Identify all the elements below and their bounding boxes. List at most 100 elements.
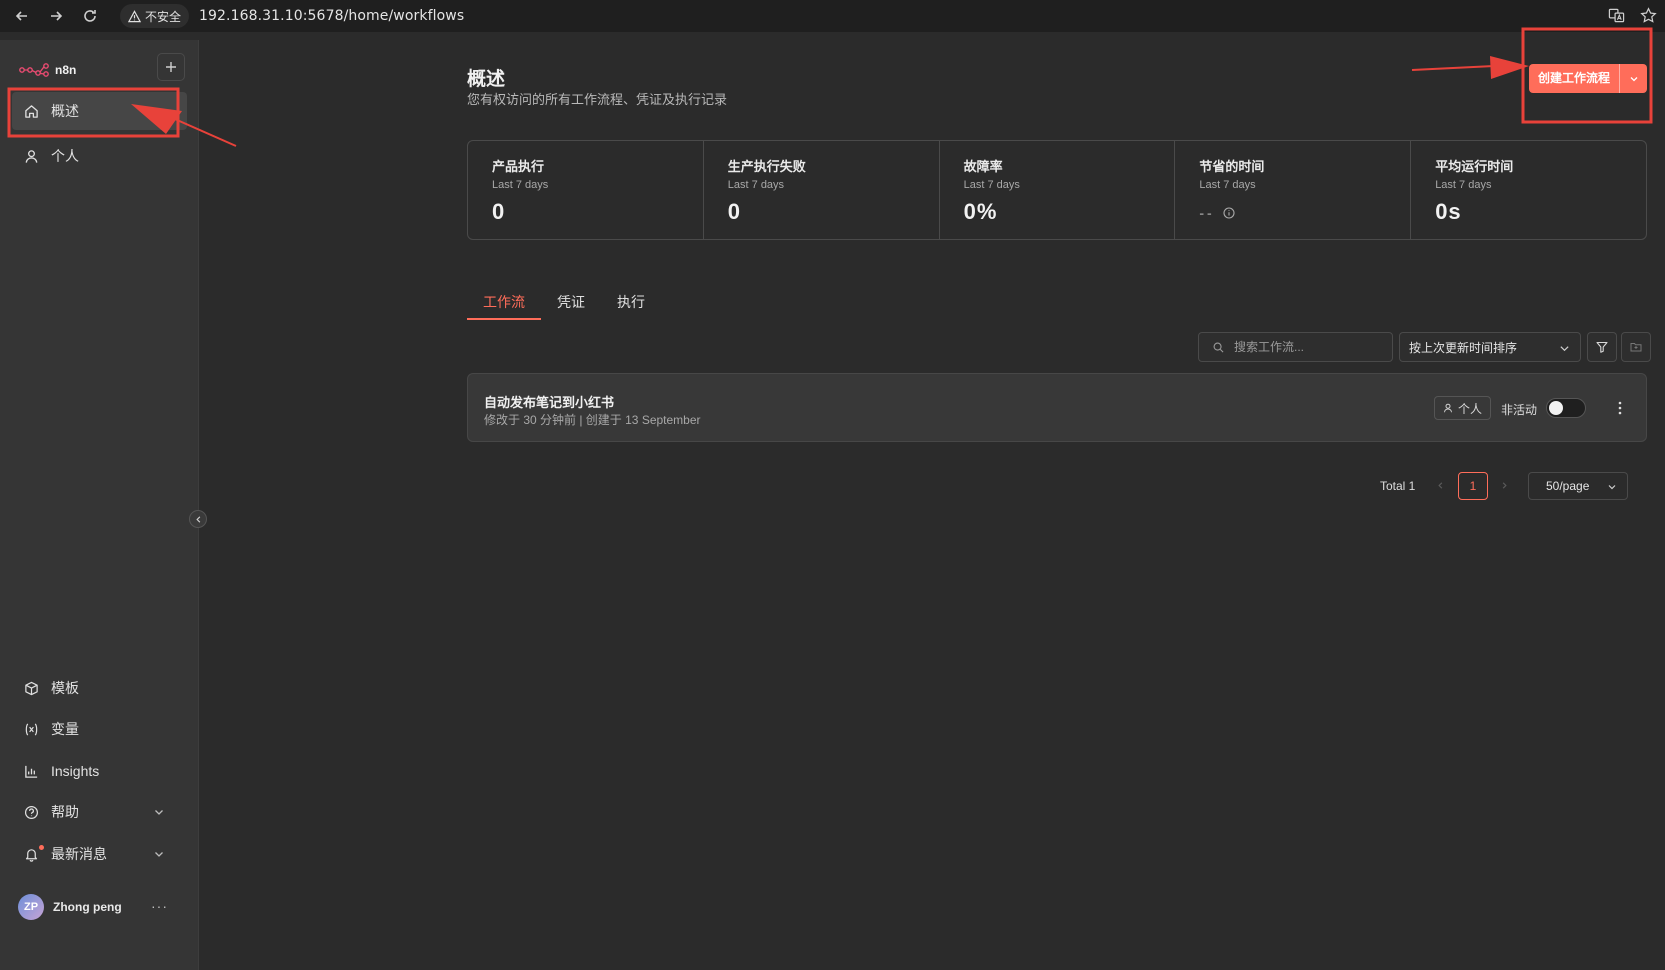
workflow-active-toggle[interactable] [1546,398,1586,418]
search-icon [1213,342,1224,352]
sidebar-item-overview[interactable]: 概述 [12,92,187,130]
tab-credentials[interactable]: 凭证 [541,292,601,320]
create-options-button[interactable] [1620,74,1647,84]
stat-title: 产品执行 [492,159,545,174]
chevron-down-icon [1630,76,1637,81]
stat-value: 0% [963,199,998,224]
sort-select[interactable]: 按上次更新时间排序 [1399,332,1581,362]
search-input[interactable] [1234,340,1384,354]
sidebar-item-label: 帮助 [51,804,79,820]
workflow-card[interactable]: 自动发布笔记到小红书 修改于 30 分钟前 | 创建于 13 September… [467,373,1647,442]
sidebar-item-label: 模板 [51,680,79,696]
insights-summary: 产品执行 Last 7 days 0 生产执行失败 Last 7 days 0 … [467,140,1647,240]
sidebar-item-variables[interactable]: 变量 [12,710,187,748]
pagination-total: Total 1 [1380,479,1416,493]
next-page-button[interactable] [1496,477,1512,493]
info-icon[interactable] [1223,207,1235,219]
page-subtitle: 您有权访问的所有工作流程、凭证及执行记录 [467,92,728,107]
avatar: ZP [18,894,44,920]
sidebar-item-templates[interactable]: 模板 [12,669,187,707]
stat-prod-executions[interactable]: 产品执行 Last 7 days 0 [468,141,704,239]
filter-button[interactable] [1587,332,1617,362]
workflow-name[interactable]: 自动发布笔记到小红书 [484,392,614,411]
workflow-status: 非活动 [1501,403,1538,417]
stat-failed-executions[interactable]: 生产执行失败 Last 7 days 0 [704,141,940,239]
stat-title: 生产执行失败 [727,159,806,174]
sidebar-item-label: 变量 [51,721,79,737]
url-text[interactable]: 192.168.31.10:5678/home/workflows [199,8,464,24]
page-title: 概述 [467,69,506,90]
brand-name: n8n [55,63,77,77]
stat-avg-runtime[interactable]: 平均运行时间 Last 7 days 0s [1411,141,1646,239]
warning-icon [128,9,141,22]
bookmark-button[interactable] [1637,4,1659,26]
browser-toolbar: 不安全 192.168.31.10:5678/home/workflows [0,0,1665,32]
arrow-line-create [1411,65,1495,71]
stat-value-wrap: -- [1199,205,1410,221]
search-box[interactable] [1198,332,1393,362]
home-icon [25,104,38,118]
add-folder-button[interactable] [1621,332,1651,362]
address-bar[interactable]: 不安全 192.168.31.10:5678/home/workflows [120,3,1600,29]
tab-executions[interactable]: 执行 [601,292,661,320]
chevron-right-icon [1502,481,1507,489]
stat-value: 0 [492,199,506,224]
sidebar-item-insights[interactable]: Insights [12,752,187,790]
bell-icon [25,848,38,862]
arrow-left-icon [15,11,27,21]
filter-icon [1596,341,1608,353]
more-vertical-icon [1618,401,1622,415]
stat-time-saved[interactable]: 节省的时间 Last 7 days -- [1175,141,1412,239]
folder-plus-icon [1630,343,1642,352]
security-chip[interactable]: 不安全 [120,4,190,28]
stat-value: 0s [1435,199,1462,224]
star-icon [1639,6,1657,23]
reload-icon [84,10,96,22]
sidebar-item-whats-new[interactable]: 最新消息 [12,835,187,873]
add-button[interactable] [157,53,185,81]
user-name: Zhong peng [53,900,122,914]
n8n-logo-icon [19,63,49,77]
stat-failure-rate[interactable]: 故障率 Last 7 days 0% [940,141,1176,239]
sort-value: 按上次更新时间排序 [1409,340,1518,355]
chevron-left-icon [195,515,200,523]
stat-value: 0 [727,199,742,224]
stat-title: 故障率 [963,159,1003,174]
stat-period: Last 7 days [492,179,549,191]
sidebar: n8n 概述 个人 模板 变量 Insights 帮助 最新消息 ZP Zhon… [0,40,199,970]
chevron-down-icon [1560,346,1569,352]
chevron-down-icon [155,852,163,857]
forward-button[interactable] [44,4,68,28]
tab-workflows[interactable]: 工作流 [467,292,541,320]
reload-button[interactable] [78,4,102,28]
stat-period: Last 7 days [1199,179,1256,191]
chevron-down-icon [155,810,163,815]
sidebar-item-personal[interactable]: 个人 [12,137,187,175]
sidebar-item-label: 最新消息 [51,846,107,862]
user-icon [25,149,38,163]
workflow-more-button[interactable] [1613,396,1627,420]
user-menu[interactable]: ZP Zhong peng ··· [18,894,188,920]
owner-label: 个人 [1458,401,1483,416]
page-number-current[interactable]: 1 [1458,472,1488,500]
arrow-head-create [1490,56,1529,79]
stat-value: -- [1199,205,1215,221]
translate-button[interactable] [1605,4,1627,26]
user-icon [1444,403,1452,413]
back-button[interactable] [10,4,34,28]
security-label: 不安全 [145,9,182,24]
chart-icon [25,765,38,778]
page-size-select[interactable]: 50/page [1528,472,1628,500]
stat-title: 节省的时间 [1199,159,1265,174]
plus-icon [166,62,176,72]
collapse-sidebar-button[interactable] [189,510,207,528]
sidebar-item-label: Insights [51,763,100,779]
prev-page-button[interactable] [1432,477,1448,493]
brand[interactable]: n8n [19,62,76,78]
arrow-right-icon [51,11,63,21]
create-workflow-button[interactable]: 创建工作流程 [1529,64,1647,93]
user-more-button[interactable]: ··· [151,898,168,914]
create-workflow-label[interactable]: 创建工作流程 [1529,64,1620,93]
workflow-meta: 修改于 30 分钟前 | 创建于 13 September [484,413,701,427]
sidebar-item-help[interactable]: 帮助 [12,793,187,831]
